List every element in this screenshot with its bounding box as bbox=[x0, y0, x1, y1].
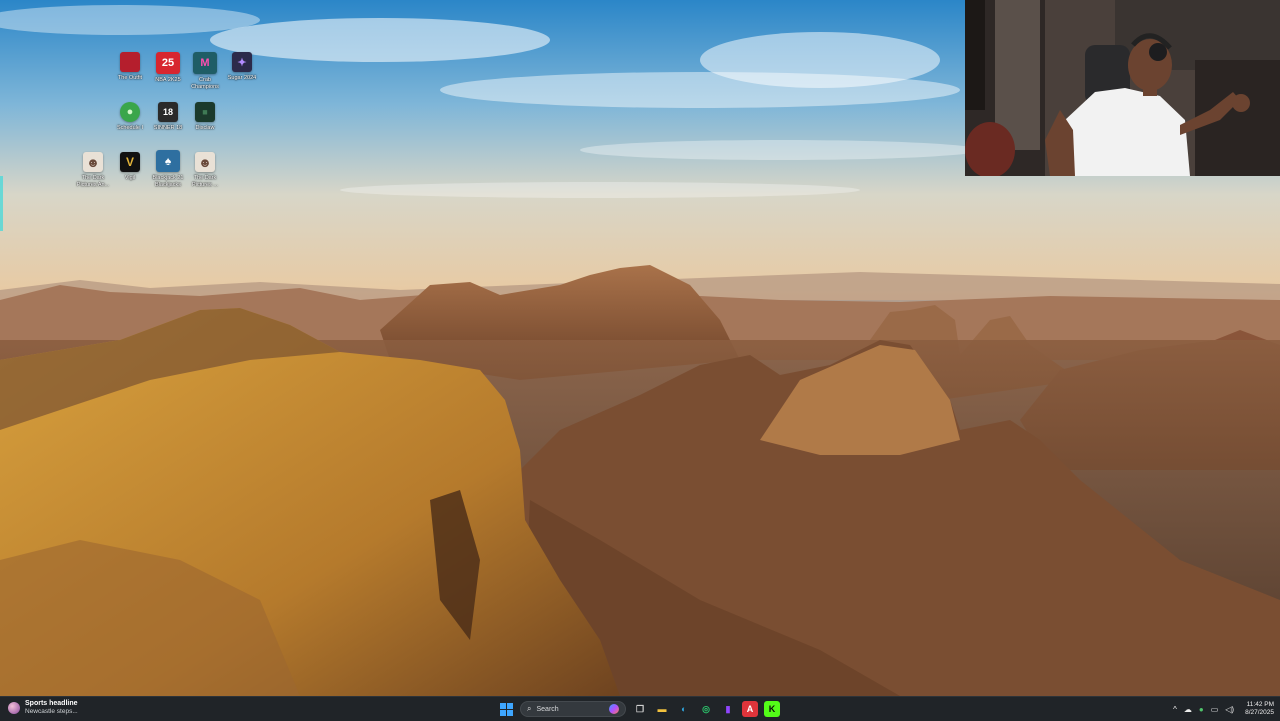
task-view-icon[interactable]: ❐ bbox=[632, 701, 648, 717]
desktop-icon-dark-pictures-2[interactable]: ☻ The Dark Pictures ... bbox=[186, 152, 224, 189]
speaker-icon[interactable]: ◁) bbox=[1225, 705, 1234, 714]
dark-pictures-icon: ☻ bbox=[195, 152, 215, 172]
network-icon[interactable]: ▭ bbox=[1211, 705, 1219, 714]
news-widget[interactable]: Sports headline Newcastle steps... bbox=[8, 700, 78, 716]
globe-icon: ● bbox=[120, 102, 140, 122]
blackjack-icon: ♠ bbox=[156, 150, 180, 172]
desktop-icon-label: Crab Champions bbox=[191, 77, 219, 90]
system-tray: ^ ☁ ● ▭ ◁) 11:42 PM 8/27/2025 bbox=[1173, 700, 1274, 718]
kick-icon[interactable]: K bbox=[764, 701, 780, 717]
news-headline-subtitle: Newcastle steps... bbox=[25, 708, 78, 715]
microphone-icon[interactable]: ● bbox=[1199, 705, 1204, 714]
acrobat-icon[interactable]: A bbox=[742, 701, 758, 717]
clock[interactable]: 11:42 PM 8/27/2025 bbox=[1245, 701, 1274, 717]
desktop-icon-label: The Dark Pictures ... bbox=[192, 175, 218, 188]
desktop-icon-label: Sugar 2024 bbox=[227, 75, 257, 81]
webcam-feed bbox=[965, 0, 1280, 176]
desktop-icon-schedule-i[interactable]: ● Schedule I bbox=[111, 102, 149, 132]
desktop-icon-blackjack[interactable]: ♠ Blackjack 21 Blackjacks bbox=[149, 150, 187, 189]
desktop-icon-disclaw[interactable]: ■ Disclaw bbox=[186, 102, 224, 132]
windows-logo-icon bbox=[499, 702, 513, 716]
desktop-icon-sugar-2024[interactable]: ✦ Sugar 2024 bbox=[223, 52, 261, 82]
dark-pictures-icon: ☻ bbox=[83, 152, 103, 172]
desktop-icon-label: Vigil bbox=[124, 175, 136, 181]
news-widget-icon bbox=[8, 702, 20, 714]
desktop-icon-vigil[interactable]: V Vigil bbox=[111, 152, 149, 182]
search-highlight-icon bbox=[609, 704, 619, 714]
chevron-up-icon[interactable]: ^ bbox=[1173, 705, 1177, 714]
desktop-icon-label: SINNER 18 bbox=[153, 125, 183, 131]
xbox-app-icon[interactable]: ◎ bbox=[698, 701, 714, 717]
red-square-icon bbox=[120, 52, 140, 72]
taskbar: Sports headline Newcastle steps... ⌕ Sea… bbox=[0, 696, 1280, 721]
vigil-icon: V bbox=[120, 152, 140, 172]
desktop-icon-dark-pictures-1[interactable]: ☻ The Dark Pictures An... bbox=[74, 152, 112, 189]
onedrive-icon[interactable]: ☁ bbox=[1184, 705, 1192, 714]
twitch-icon[interactable]: ▮ bbox=[720, 701, 736, 717]
desktop: The Outfit 25 NBA 2K25 M Crab Champions … bbox=[0, 0, 1280, 696]
taskbar-search-box[interactable]: ⌕ Search bbox=[520, 701, 626, 717]
purple-logo-icon: ✦ bbox=[232, 52, 252, 72]
desktop-icon-label: The Outfit bbox=[117, 75, 143, 81]
edge-browser-icon[interactable]: ◐ bbox=[676, 701, 692, 717]
search-placeholder: Search bbox=[536, 705, 559, 713]
start-button[interactable] bbox=[498, 701, 514, 717]
desktop-icon-label: The Dark Pictures An... bbox=[76, 175, 110, 188]
desktop-icon-label: Blackjack 21 Blackjacks bbox=[152, 175, 184, 188]
green-square-icon: ■ bbox=[195, 102, 215, 122]
webcam-overlay bbox=[965, 0, 1280, 176]
sinner-icon: 18 bbox=[158, 102, 178, 122]
desktop-icon-label: Schedule I bbox=[117, 125, 143, 131]
desktop-icon-sinner-18[interactable]: 18 SINNER 18 bbox=[149, 102, 187, 132]
desktop-icon-the-outfit[interactable]: The Outfit bbox=[111, 52, 149, 82]
clock-time: 11:42 PM bbox=[1246, 701, 1274, 708]
desktop-icon-label: NBA 2K25 bbox=[155, 77, 181, 83]
crab-champions-icon: M bbox=[193, 52, 217, 74]
nba2k25-icon: 25 bbox=[156, 52, 180, 74]
taskbar-center: ⌕ Search ❐ ▬ ◐ ◎ ▮ A K bbox=[498, 700, 780, 718]
news-headline-title: Sports headline bbox=[25, 700, 78, 707]
window-edge-highlight bbox=[0, 176, 3, 231]
search-icon: ⌕ bbox=[527, 704, 532, 713]
desktop-icon-label: Disclaw bbox=[195, 125, 215, 131]
desktop-icon-nba2k25[interactable]: 25 NBA 2K25 bbox=[149, 52, 187, 84]
desktop-icon-crab-champions[interactable]: M Crab Champions bbox=[186, 52, 224, 91]
clock-date: 8/27/2025 bbox=[1245, 709, 1274, 716]
file-explorer-icon[interactable]: ▬ bbox=[654, 701, 670, 717]
